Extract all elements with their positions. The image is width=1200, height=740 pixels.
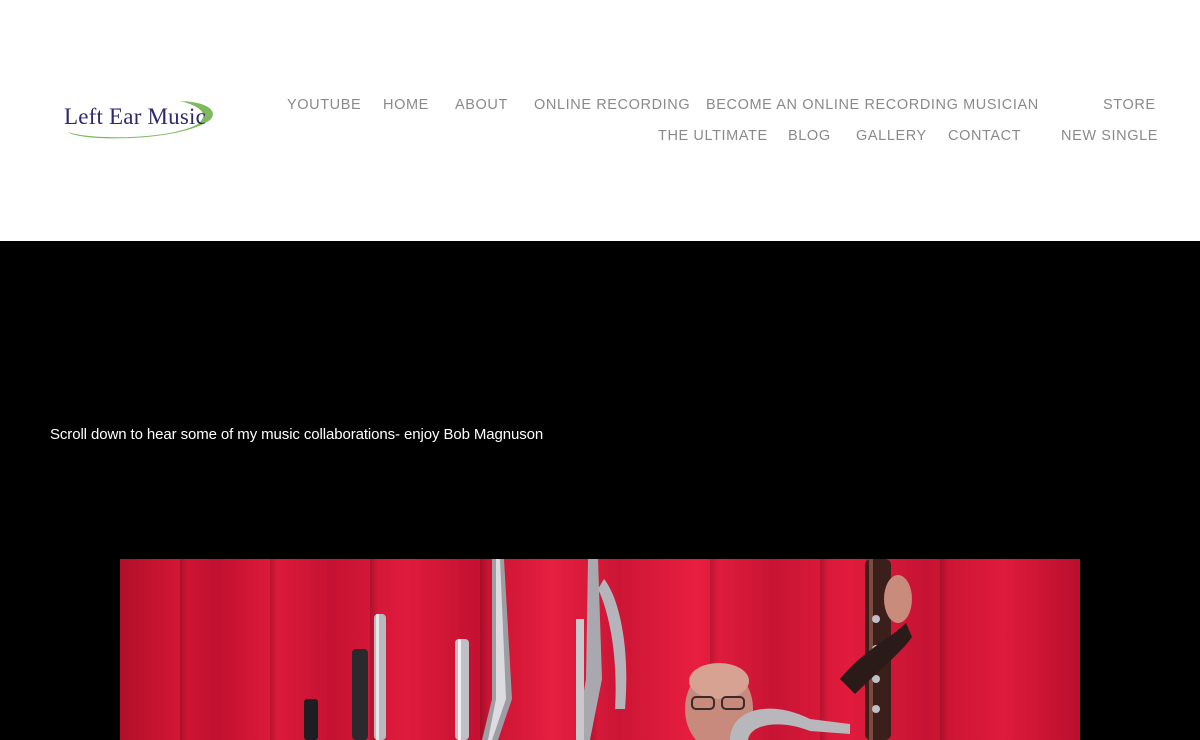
hero-photo [120, 559, 1080, 740]
site-header: Left Ear Music YOUTUBE HOME ABOUT ONLINE… [0, 0, 1200, 241]
instruments-illustration [304, 559, 912, 740]
nav-blog[interactable]: BLOG [788, 127, 831, 145]
nav-about[interactable]: ABOUT [455, 96, 508, 114]
nav-the-ultimate[interactable]: THE ULTIMATE [658, 127, 768, 145]
nav-online-recording[interactable]: ONLINE RECORDING [534, 96, 690, 114]
site-logo[interactable]: Left Ear Music [60, 98, 220, 142]
nav-home[interactable]: HOME [383, 96, 429, 114]
nav-youtube[interactable]: YOUTUBE [287, 96, 361, 114]
hero-section: Scroll down to hear some of my music col… [0, 241, 1200, 740]
nav-store[interactable]: STORE [1103, 96, 1156, 114]
hero-intro-text: Scroll down to hear some of my music col… [50, 426, 544, 443]
nav-contact[interactable]: CONTACT [948, 127, 1021, 145]
nav-gallery[interactable]: GALLERY [856, 127, 927, 145]
nav-new-single[interactable]: NEW SINGLE [1061, 127, 1158, 145]
logo-text: Left Ear Music [64, 104, 207, 129]
nav-become-online-recording-musician[interactable]: BECOME AN ONLINE RECORDING MUSICIAN [706, 96, 1039, 114]
